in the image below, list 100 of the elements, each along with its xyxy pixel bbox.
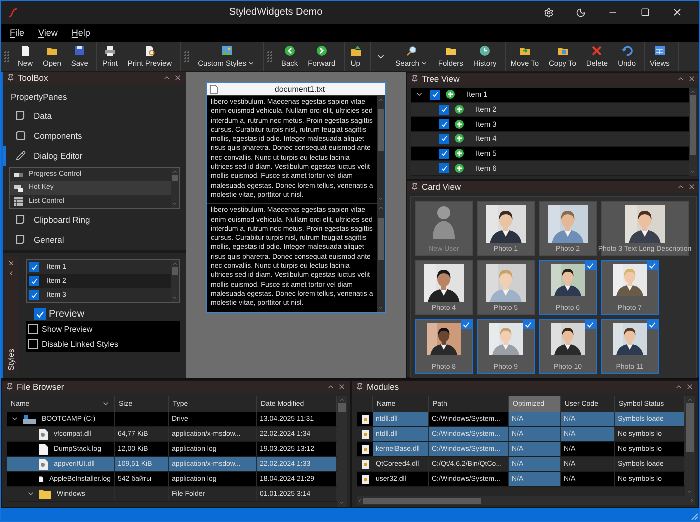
scrollbar[interactable] xyxy=(689,88,697,176)
collapse-icon[interactable] xyxy=(675,383,683,391)
pin-icon[interactable] xyxy=(7,74,15,82)
collapse-icon[interactable] xyxy=(327,383,335,391)
checkbox[interactable] xyxy=(439,134,449,144)
chevron-left-icon[interactable] xyxy=(8,270,15,277)
scroll-up-icon[interactable] xyxy=(172,169,178,175)
checkbox-label: Show Preview xyxy=(42,324,93,334)
menu-item[interactable]: View xyxy=(32,28,65,38)
checkbox[interactable] xyxy=(439,104,449,114)
logo-icon xyxy=(7,6,19,18)
scroll-up-icon[interactable] xyxy=(172,261,178,267)
chevron-down-icon[interactable] xyxy=(27,490,35,498)
scroll-down-icon[interactable] xyxy=(378,196,384,202)
scroll-thumb[interactable] xyxy=(378,109,384,152)
checkbox-label: Preview xyxy=(49,308,85,320)
pane-item[interactable]: Data xyxy=(3,106,186,126)
grip-handle[interactable] xyxy=(267,50,274,62)
scroll-up-icon[interactable] xyxy=(687,397,693,403)
menu-item[interactable]: File xyxy=(3,28,32,38)
close-icon[interactable] xyxy=(338,383,346,391)
grip-handle[interactable] xyxy=(184,50,190,62)
page-icon xyxy=(16,111,26,121)
collapse-icon[interactable] xyxy=(163,74,171,82)
scroll-thumb[interactable] xyxy=(378,218,384,260)
scroll-thumb[interactable] xyxy=(363,498,482,504)
scrollbar[interactable] xyxy=(377,204,385,312)
scroll-up-icon[interactable] xyxy=(690,89,696,95)
settings-icon xyxy=(544,8,554,18)
scroll-up-icon[interactable] xyxy=(378,97,384,103)
resize-grip xyxy=(691,513,699,521)
checkbox[interactable] xyxy=(29,262,39,272)
scroll-right-icon[interactable] xyxy=(689,498,695,504)
checkbox[interactable] xyxy=(430,90,440,100)
close-icon[interactable] xyxy=(8,260,15,267)
scroll-left-icon[interactable] xyxy=(357,498,363,504)
check-badge xyxy=(585,261,596,270)
add-icon xyxy=(446,90,455,100)
panel-title: Modules xyxy=(367,382,400,392)
pane-item[interactable]: General xyxy=(3,230,186,250)
tab-label: Styles xyxy=(7,349,16,371)
check-badge xyxy=(523,320,534,329)
scroll-down-icon[interactable] xyxy=(378,304,384,311)
pin-icon[interactable] xyxy=(6,383,14,391)
scroll-thumb[interactable] xyxy=(172,175,178,181)
scrollbar[interactable] xyxy=(171,168,179,208)
checkbox[interactable] xyxy=(28,339,38,349)
grip-handle[interactable] xyxy=(4,50,10,62)
checkbox[interactable] xyxy=(439,148,449,159)
close-icon[interactable] xyxy=(174,74,182,82)
close-icon[interactable] xyxy=(688,75,696,83)
checkbox[interactable] xyxy=(29,276,39,286)
check-badge xyxy=(647,320,658,329)
moon-icon xyxy=(576,8,586,18)
close-icon[interactable] xyxy=(686,383,694,391)
checkbox[interactable] xyxy=(34,308,46,320)
collapse-icon[interactable] xyxy=(677,183,685,191)
add-icon xyxy=(455,120,464,129)
checkbox-label: Disable Linked Styles xyxy=(42,340,118,348)
square-icon xyxy=(16,131,26,141)
scrollbar[interactable] xyxy=(685,396,695,496)
scroll-down-icon[interactable] xyxy=(339,500,345,506)
chevron-down-icon[interactable] xyxy=(11,415,19,423)
clock-icon xyxy=(479,45,492,57)
scrollbar[interactable] xyxy=(377,96,385,204)
pin-icon[interactable] xyxy=(356,383,364,391)
checkbox[interactable] xyxy=(28,324,38,334)
checkbox[interactable] xyxy=(439,163,449,174)
add-icon xyxy=(455,164,464,173)
scroll-down-icon[interactable] xyxy=(690,169,696,175)
scroll-down-icon[interactable] xyxy=(172,201,178,207)
side-tab[interactable]: Styles xyxy=(5,257,18,374)
menu-item[interactable]: Help xyxy=(64,28,98,38)
caret-icon xyxy=(421,60,428,67)
scroll-up-icon[interactable] xyxy=(378,205,384,212)
scrollbar[interactable] xyxy=(171,260,179,302)
printer-icon xyxy=(104,45,116,57)
search-icon xyxy=(406,45,418,57)
scroll-thumb[interactable] xyxy=(686,403,694,452)
folder-up-icon xyxy=(350,45,362,57)
gear-file-icon xyxy=(39,428,48,440)
collapse-icon[interactable] xyxy=(677,75,685,83)
horizontal-scrollbar[interactable] xyxy=(357,496,695,505)
scroll-thumb[interactable] xyxy=(172,267,178,275)
maximize-icon xyxy=(640,8,650,17)
scroll-down-icon[interactable] xyxy=(172,295,178,301)
scroll-thumb[interactable] xyxy=(690,95,696,156)
pane-item[interactable]: Clipboard Ring xyxy=(3,210,186,230)
add-icon xyxy=(455,149,464,158)
pin-icon[interactable] xyxy=(411,75,419,83)
scroll-down-icon[interactable] xyxy=(687,489,693,495)
checkbox[interactable] xyxy=(439,119,449,130)
scroll-thumb[interactable] xyxy=(338,403,346,412)
pane-item[interactable]: Components xyxy=(3,126,186,146)
close-icon xyxy=(672,7,682,18)
checkbox[interactable] xyxy=(29,290,39,300)
scrollbar[interactable] xyxy=(337,396,347,507)
scroll-up-icon[interactable] xyxy=(339,397,345,403)
pin-icon[interactable] xyxy=(411,183,419,191)
close-icon[interactable] xyxy=(688,183,696,191)
